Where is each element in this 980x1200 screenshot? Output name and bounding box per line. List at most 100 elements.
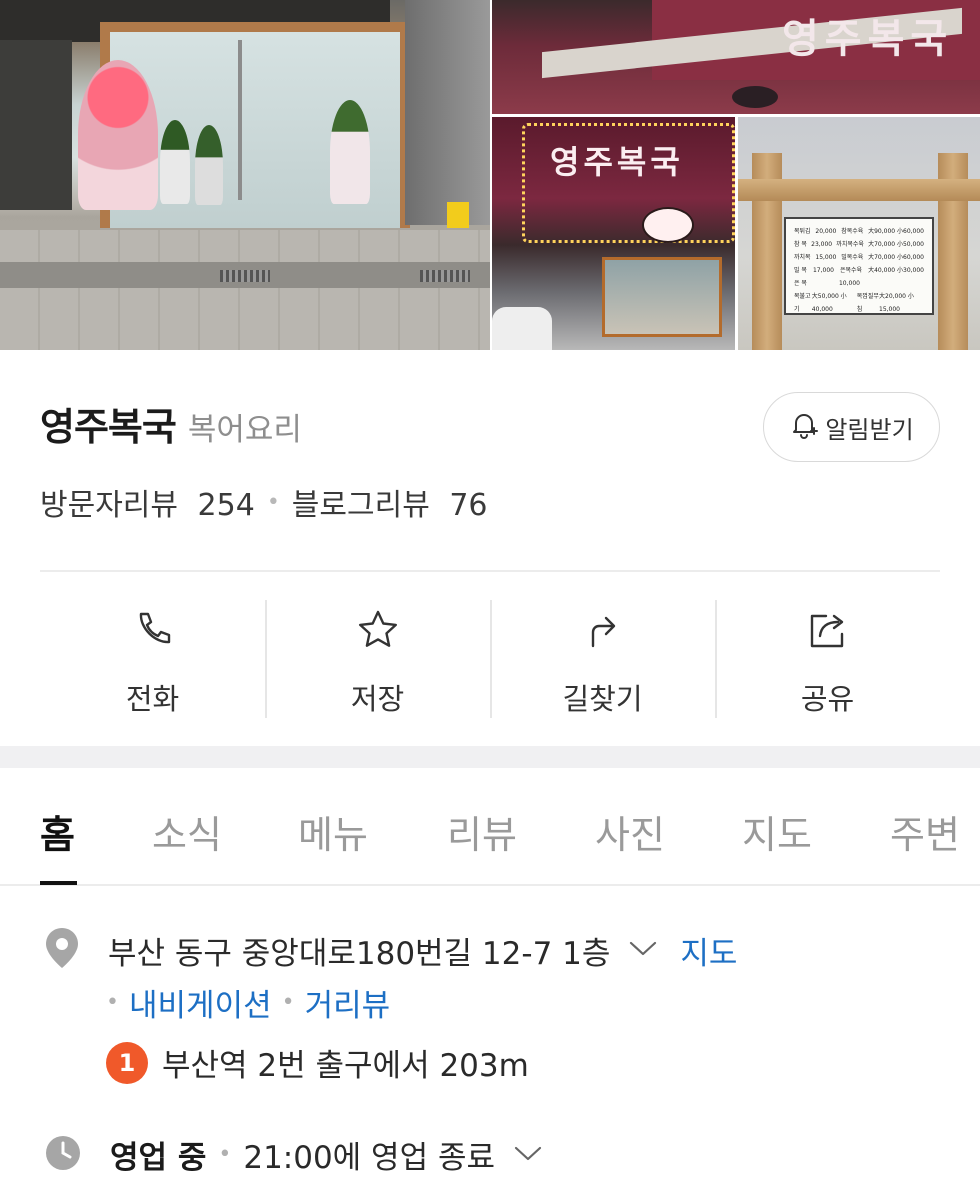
menu-board-row: 참 복 23,000 까치복수육 大70,000 小50,000 — [794, 238, 924, 251]
tab-home[interactable]: 홈 — [40, 804, 75, 859]
yellow-bin — [447, 202, 469, 228]
alert-button[interactable]: 알림받기 — [763, 392, 940, 462]
bell-plus-icon — [789, 410, 819, 444]
tab-bar: 홈 소식 메뉴 리뷰 사진 지도 주변 — [0, 768, 980, 886]
menu-board-cell: 大50,000 小40,000 — [811, 293, 847, 313]
call-button[interactable]: 전화 — [40, 600, 265, 718]
tab-photos[interactable]: 사진 — [595, 804, 665, 859]
menu-board-cell: 밀복수육 — [841, 254, 864, 261]
chevron-down-icon[interactable] — [513, 1144, 543, 1166]
pufferfish-icon — [642, 207, 694, 243]
active-tab-indicator — [40, 881, 77, 885]
menu-board-row: 은 복 10,000 — [794, 277, 924, 290]
star-icon — [356, 600, 400, 656]
menu-board-cell: 복껍질무침 — [856, 293, 879, 313]
menu-board-cell: 은 복 — [794, 280, 807, 287]
menu-board-cell: 大40,000 小30,000 — [868, 267, 924, 274]
menu-board-cell: 15,000 — [815, 254, 837, 261]
phone-icon — [131, 600, 175, 656]
section-separator — [0, 746, 980, 768]
action-bar: 전화 저장 길찾기 공유 — [40, 600, 940, 718]
drain-grate — [220, 270, 270, 282]
menu-board-row: 복튀김 20,000 참복수육 大90,000 小60,000 — [794, 225, 924, 238]
menu-board-cell: 大90,000 小60,000 — [868, 228, 924, 235]
closing-time: 21:00에 영업 종료 — [243, 1140, 495, 1176]
street-view-link[interactable]: 거리뷰 — [305, 980, 391, 1025]
plant-stand — [160, 120, 190, 204]
chevron-down-icon[interactable] — [628, 939, 658, 961]
tab-news[interactable]: 소식 — [152, 804, 222, 859]
tab-bar-border — [0, 884, 980, 886]
blog-review-link[interactable]: 블로그리뷰 76 — [292, 480, 488, 524]
directions-icon — [581, 600, 625, 656]
menu-board-cell: 밀 복 — [794, 267, 807, 274]
share-icon — [806, 600, 850, 656]
subway-line-badge: 1 — [106, 1041, 148, 1084]
divider — [40, 570, 940, 572]
tab-reviews[interactable]: 리뷰 — [447, 804, 517, 859]
photo-night-storefront[interactable]: 영주복국 — [492, 117, 735, 350]
share-button[interactable]: 공유 — [715, 600, 940, 718]
map-link[interactable]: 지도 — [680, 928, 737, 973]
plant-stand — [195, 125, 223, 205]
menu-board-cell: 복불고기 — [794, 293, 811, 313]
separator-dot: • — [266, 489, 280, 515]
menu-board-cell: 10,000 — [838, 280, 860, 287]
storefront-door — [238, 40, 242, 200]
tab-nearby[interactable]: 주변 — [890, 804, 960, 859]
shop-window — [602, 257, 722, 337]
photo-signboard[interactable]: 영주복국 — [492, 0, 980, 114]
directions-label: 길찾기 — [562, 682, 643, 716]
menu-board-cell: 20,000 — [815, 228, 837, 235]
menu-board: 복튀김 20,000 참복수육 大90,000 小60,000 참 복 23,000 까치복… — [784, 217, 934, 315]
menu-board-cell: 大70,000 小50,000 — [868, 241, 924, 248]
menu-board-cell: 23,000 — [811, 241, 833, 248]
pavement — [0, 230, 490, 350]
separator-dot: • — [218, 1142, 232, 1167]
hours-status: 영업 중 — [110, 1140, 207, 1176]
menu-board-cell: 참복수육 — [841, 228, 864, 235]
menu-board-cell: 大20,000 小15,000 — [879, 293, 914, 313]
storefront-left — [0, 40, 72, 210]
hours-row[interactable]: 영업 중 • 21:00에 영업 종료 — [44, 1132, 543, 1177]
tab-map[interactable]: 지도 — [742, 804, 812, 859]
menu-board-cell: 17,000 — [812, 267, 834, 274]
menu-board-cell: 大70,000 小60,000 — [868, 254, 924, 261]
menu-board-cell: 까치복수육 — [836, 241, 864, 248]
station-row: 1 부산역 2번 출구에서 203m — [106, 1040, 529, 1085]
location-pin-icon — [44, 926, 80, 974]
blog-review-count: 76 — [449, 488, 488, 523]
menu-board-cell: 까치복 — [794, 254, 811, 261]
photo-storefront[interactable] — [0, 0, 490, 350]
title-row: 영주복국 복어요리 — [40, 396, 302, 451]
share-label: 공유 — [800, 682, 855, 716]
blog-review-label: 블로그리뷰 — [291, 488, 430, 523]
save-label: 저장 — [350, 682, 405, 716]
visitor-review-link[interactable]: 방문자리뷰 254 — [40, 480, 255, 524]
alert-button-label: 알림받기 — [825, 415, 914, 444]
drain-grate — [420, 270, 470, 282]
separator-dot: • — [106, 990, 119, 1015]
clock-icon — [44, 1134, 82, 1176]
storefront-wall — [405, 0, 490, 225]
place-category: 복어요리 — [187, 412, 302, 448]
menu-board-cell: 은복수육 — [839, 267, 863, 274]
visitor-review-count: 254 — [197, 488, 255, 523]
navigation-link[interactable]: 내비게이션 — [129, 980, 272, 1025]
separator-dot: • — [281, 990, 295, 1015]
directions-button[interactable]: 길찾기 — [490, 600, 715, 718]
place-name: 영주복국 — [40, 405, 177, 449]
flower-wreath — [78, 60, 158, 210]
visitor-review-label: 방문자리뷰 — [40, 488, 178, 523]
menu-board-row: 밀 복 17,000 은복수육 大40,000 小30,000 — [794, 264, 924, 277]
address-links: • 내비게이션 • 거리뷰 — [106, 980, 390, 1025]
tab-menu[interactable]: 메뉴 — [298, 804, 368, 859]
address-row: 부산 동구 중앙대로180번길 12-7 1층 지도 — [44, 926, 737, 974]
station-distance: 부산역 2번 출구에서 203m — [162, 1048, 529, 1084]
flower-wreath — [330, 100, 370, 204]
call-label: 전화 — [125, 682, 180, 716]
menu-board-cell: 참 복 — [794, 241, 807, 248]
save-button[interactable]: 저장 — [265, 600, 490, 718]
address-text[interactable]: 부산 동구 중앙대로180번길 12-7 1층 — [108, 928, 610, 973]
photo-menu-board[interactable]: 복튀김 20,000 참복수육 大90,000 小60,000 참 복 23,000 까치복… — [738, 117, 980, 350]
